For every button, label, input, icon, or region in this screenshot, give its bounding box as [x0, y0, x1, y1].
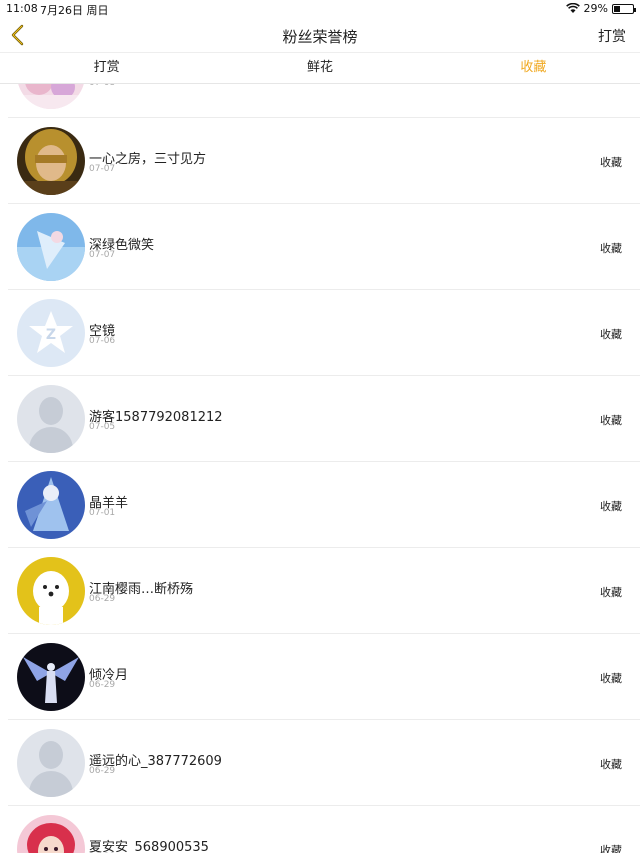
- tab-favorites[interactable]: 收藏: [427, 54, 640, 83]
- avatar: Z: [17, 299, 85, 367]
- wifi-icon: [565, 3, 580, 13]
- reward-button[interactable]: 打赏: [598, 26, 626, 46]
- svg-text:Z: Z: [46, 327, 56, 343]
- favorite-tag: 收藏: [600, 758, 622, 771]
- list-item[interactable]: 晶羊羊 07-01 收藏: [8, 462, 640, 548]
- list-item[interactable]: 一心之房，三寸见方 07-07 收藏: [8, 118, 640, 204]
- avatar: [17, 643, 85, 711]
- list-item[interactable]: 江南樱雨…断桥殇 06-29 收藏: [8, 548, 640, 634]
- item-date: 07-05: [89, 422, 116, 432]
- tab-flowers[interactable]: 鲜花: [213, 54, 426, 83]
- list-item[interactable]: Z 空镜 07-06 收藏: [8, 290, 640, 376]
- nav-bar: 粉丝荣誉榜 打赏: [0, 18, 640, 53]
- list-item[interactable]: 倾冷月 06-29 收藏: [8, 634, 640, 720]
- fan-list[interactable]: 07-08 一心之房，三寸见方 07-07 收藏: [0, 84, 640, 853]
- item-date: 07-01: [89, 508, 116, 518]
- default-avatar-icon: [17, 385, 85, 453]
- item-date: 06-29: [89, 766, 116, 776]
- list-item[interactable]: 游客1587792081212 07-05 收藏: [8, 376, 640, 462]
- favorite-tag: 收藏: [600, 672, 622, 685]
- favorite-tag: 收藏: [600, 500, 622, 513]
- list-item[interactable]: 07-08: [8, 84, 640, 118]
- avatar: [17, 127, 85, 195]
- item-date: 07-06: [89, 336, 116, 346]
- favorite-tag: 收藏: [600, 844, 622, 853]
- avatar: [17, 84, 85, 109]
- avatar: [17, 557, 85, 625]
- item-date: 07-07: [89, 164, 116, 174]
- item-date: 06-29: [89, 680, 116, 690]
- battery-percent: 29%: [583, 2, 608, 15]
- user-name: 夏安安_568900535: [89, 840, 209, 853]
- avatar: [17, 471, 85, 539]
- favorite-tag: 收藏: [600, 328, 622, 341]
- item-date: 07-08: [89, 84, 115, 88]
- item-date: 07-07: [89, 250, 116, 260]
- tab-reward[interactable]: 打赏: [0, 54, 213, 83]
- battery-icon: [612, 3, 636, 14]
- status-time: 11:08: [6, 2, 38, 15]
- item-date: 06-29: [89, 594, 116, 604]
- favorite-tag: 收藏: [600, 586, 622, 599]
- default-avatar-icon: [17, 729, 85, 797]
- list-item[interactable]: 遥远的心_387772609 06-29 收藏: [8, 720, 640, 806]
- favorite-tag: 收藏: [600, 242, 622, 255]
- favorite-tag: 收藏: [600, 156, 622, 169]
- list-item[interactable]: 深绿色微笑 07-07 收藏: [8, 204, 640, 290]
- favorite-tag: 收藏: [600, 414, 622, 427]
- status-right: 29%: [565, 2, 636, 15]
- avatar: [17, 213, 85, 281]
- tab-bar: 打赏 鲜花 收藏: [0, 54, 640, 84]
- list-item[interactable]: 夏安安_568900535 06-28 收藏: [8, 806, 640, 853]
- page-title: 粉丝荣誉榜: [282, 28, 358, 46]
- avatar: [17, 815, 85, 853]
- status-bar: 11:08 7月26日 周日 29%: [0, 0, 640, 18]
- status-date: 7月26日 周日: [40, 4, 109, 17]
